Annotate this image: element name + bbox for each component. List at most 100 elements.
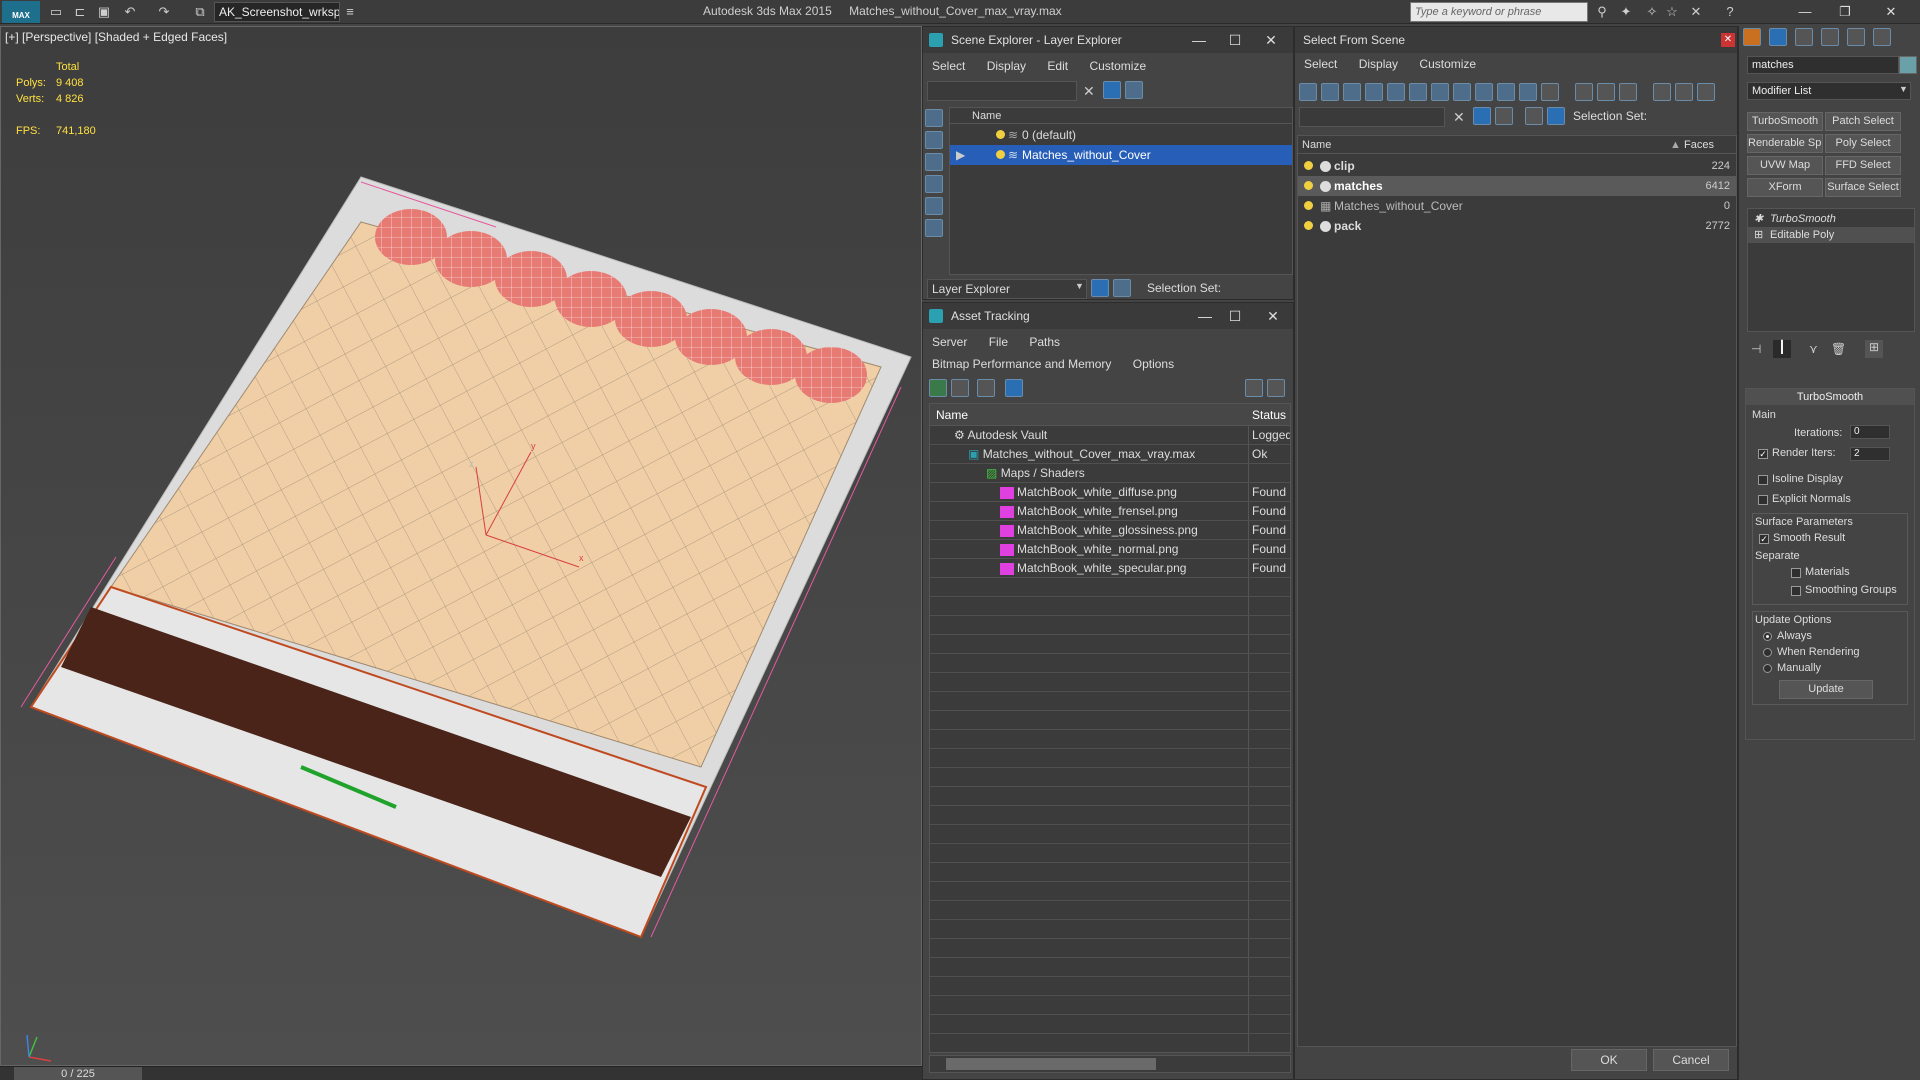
pin-stack-icon[interactable]: ⊣: [1751, 342, 1761, 356]
patch-select-button[interactable]: Patch Select: [1825, 112, 1901, 131]
binoculars-icon[interactable]: ⚲: [1594, 4, 1610, 20]
display-lights-icon[interactable]: [925, 153, 943, 171]
layers-icon[interactable]: [1525, 107, 1543, 125]
filter-icon[interactable]: [1473, 107, 1491, 125]
select-none-icon[interactable]: [1597, 83, 1615, 101]
layer-row-default[interactable]: ≋ 0 (default): [950, 125, 1292, 145]
modifier-list-dropdown[interactable]: Modifier List: [1747, 82, 1911, 100]
menu-file[interactable]: File: [980, 331, 1017, 353]
workspace-dropdown[interactable]: AK_Screenshot_wrksp: [214, 2, 340, 22]
save-file-icon[interactable]: ▣: [96, 4, 112, 20]
menu-display[interactable]: Display: [1350, 53, 1407, 75]
sort-by-layer-icon[interactable]: [1091, 279, 1109, 297]
object-color-swatch[interactable]: [1899, 56, 1917, 74]
asset-row[interactable]: MatchBook_white_normal.png Found: [930, 540, 1290, 559]
smoothing-groups-checkbox[interactable]: [1791, 586, 1801, 596]
asset-row[interactable]: MatchBook_white_diffuse.png Found: [930, 483, 1290, 502]
display-lights-icon[interactable]: [1343, 83, 1361, 101]
always-radio[interactable]: [1763, 632, 1772, 641]
project-folder-icon[interactable]: ⧉: [192, 4, 208, 20]
isoline-display-checkbox[interactable]: [1758, 475, 1768, 485]
display-groups-icon[interactable]: [1431, 83, 1449, 101]
chevron-down-icon[interactable]: ▼: [1899, 84, 1908, 94]
settings-icon[interactable]: [1267, 379, 1285, 397]
smooth-result-checkbox[interactable]: ✓: [1759, 534, 1769, 544]
workspace-menu-icon[interactable]: ≡: [342, 4, 358, 20]
asset-row[interactable]: MatchBook_white_specular.png Found: [930, 559, 1290, 578]
thumbnail-view-icon[interactable]: [977, 379, 995, 397]
select-search-input[interactable]: [1299, 107, 1445, 127]
manually-radio[interactable]: [1763, 664, 1772, 673]
menu-customize[interactable]: Customize: [1080, 55, 1155, 77]
hierarchy-icon[interactable]: [1113, 279, 1131, 297]
undo-icon[interactable]: ↶: [122, 4, 138, 20]
scene-explorer-titlebar[interactable]: Scene Explorer - Layer Explorer — ☐ ✕: [923, 27, 1293, 53]
asset-row[interactable]: ▣ Matches_without_Cover_max_vray.max Ok: [930, 445, 1290, 464]
hierarchy-tab-icon[interactable]: [1795, 28, 1813, 46]
col-faces-header[interactable]: Faces: [1684, 136, 1714, 154]
light-bulb-icon[interactable]: [996, 130, 1005, 139]
close-icon[interactable]: ✕: [1253, 303, 1293, 329]
display-xrefs-icon[interactable]: [1453, 83, 1471, 101]
asset-row[interactable]: ⚙ Autodesk Vault Logged: [930, 426, 1290, 445]
layer-filter-icon[interactable]: [1125, 81, 1143, 99]
display-hidden-icon[interactable]: [1541, 83, 1559, 101]
when-rendering-radio[interactable]: [1763, 648, 1772, 657]
poly-select-button[interactable]: Poly Select: [1825, 134, 1901, 153]
object-row-clip[interactable]: clip 224: [1298, 156, 1736, 176]
select-from-scene-titlebar[interactable]: Select From Scene ✕: [1295, 27, 1737, 53]
light-bulb-icon[interactable]: [996, 150, 1005, 159]
table-view-icon[interactable]: [1005, 379, 1023, 397]
open-file-icon[interactable]: ⊏: [72, 4, 88, 20]
close-icon[interactable]: ✕: [1251, 27, 1291, 53]
update-button[interactable]: Update: [1779, 680, 1873, 699]
light-bulb-icon[interactable]: [1304, 181, 1313, 190]
filter-funnel-icon[interactable]: [1653, 83, 1671, 101]
select-all-icon[interactable]: [1575, 83, 1593, 101]
ffd-select-button[interactable]: FFD Select: [1825, 156, 1901, 175]
maximize-icon[interactable]: ☐: [1215, 303, 1255, 329]
menu-bitmap-performance[interactable]: Bitmap Performance and Memory: [923, 353, 1120, 375]
iterations-spinner[interactable]: 0: [1850, 425, 1890, 439]
utilities-tab-icon[interactable]: [1873, 28, 1891, 46]
stack-item-turbosmooth[interactable]: ✱ TurboSmooth: [1748, 211, 1914, 227]
remove-modifier-icon[interactable]: 🗑: [1831, 342, 1846, 356]
filter-icon[interactable]: [1103, 81, 1121, 99]
display-spacewarps-icon[interactable]: [925, 219, 943, 237]
display-geometry-icon[interactable]: [925, 109, 943, 127]
display-tab-icon[interactable]: [1847, 28, 1865, 46]
horizontal-scrollbar[interactable]: [929, 1055, 1291, 1073]
menu-edit[interactable]: Edit: [1038, 55, 1077, 77]
stack-item-editable-poly[interactable]: ⊞ Editable Poly: [1748, 227, 1914, 243]
object-row-matches[interactable]: matches 6412: [1298, 176, 1736, 196]
configure-sets-icon[interactable]: ⊞: [1865, 340, 1883, 358]
display-shapes-icon[interactable]: [925, 131, 943, 149]
layer-row-matches[interactable]: ▶ ≋ Matches_without_Cover: [950, 145, 1292, 165]
object-name-field[interactable]: matches: [1747, 56, 1899, 74]
motion-tab-icon[interactable]: [1821, 28, 1839, 46]
col-name-header[interactable]: Name: [936, 408, 968, 422]
display-cameras-icon[interactable]: [925, 175, 943, 193]
minimize-icon[interactable]: —: [1790, 2, 1820, 22]
time-slider-thumb[interactable]: 0 / 225: [14, 1067, 142, 1080]
asset-row[interactable]: MatchBook_white_glossiness.png Found: [930, 521, 1290, 540]
renderable-spline-button[interactable]: Renderable Spline: [1747, 134, 1823, 153]
restore-icon[interactable]: ❐: [1830, 2, 1860, 22]
refresh-icon[interactable]: [929, 379, 947, 397]
list-view-icon[interactable]: [951, 379, 969, 397]
render-iters-checkbox[interactable]: ✓: [1758, 449, 1768, 459]
show-end-result-icon[interactable]: ┃: [1773, 340, 1791, 358]
search-input[interactable]: Type a keyword or phrase: [1410, 2, 1588, 22]
display-spacewarps-icon[interactable]: [1409, 83, 1427, 101]
chevron-down-icon[interactable]: ▼: [1075, 281, 1084, 291]
help-icon[interactable]: ?: [1722, 4, 1738, 20]
xform-button[interactable]: XForm: [1747, 178, 1823, 197]
menu-select[interactable]: Select: [923, 55, 974, 77]
menu-customize[interactable]: Customize: [1410, 53, 1485, 75]
sort-arrow-icon[interactable]: ▲: [1670, 136, 1681, 154]
uvw-map-button[interactable]: UVW Map: [1747, 156, 1823, 175]
display-bones-icon[interactable]: [1475, 83, 1493, 101]
display-helpers-icon[interactable]: [1387, 83, 1405, 101]
surface-select-button[interactable]: Surface Select: [1825, 178, 1901, 197]
close-x-icon[interactable]: ✕: [1688, 4, 1704, 20]
